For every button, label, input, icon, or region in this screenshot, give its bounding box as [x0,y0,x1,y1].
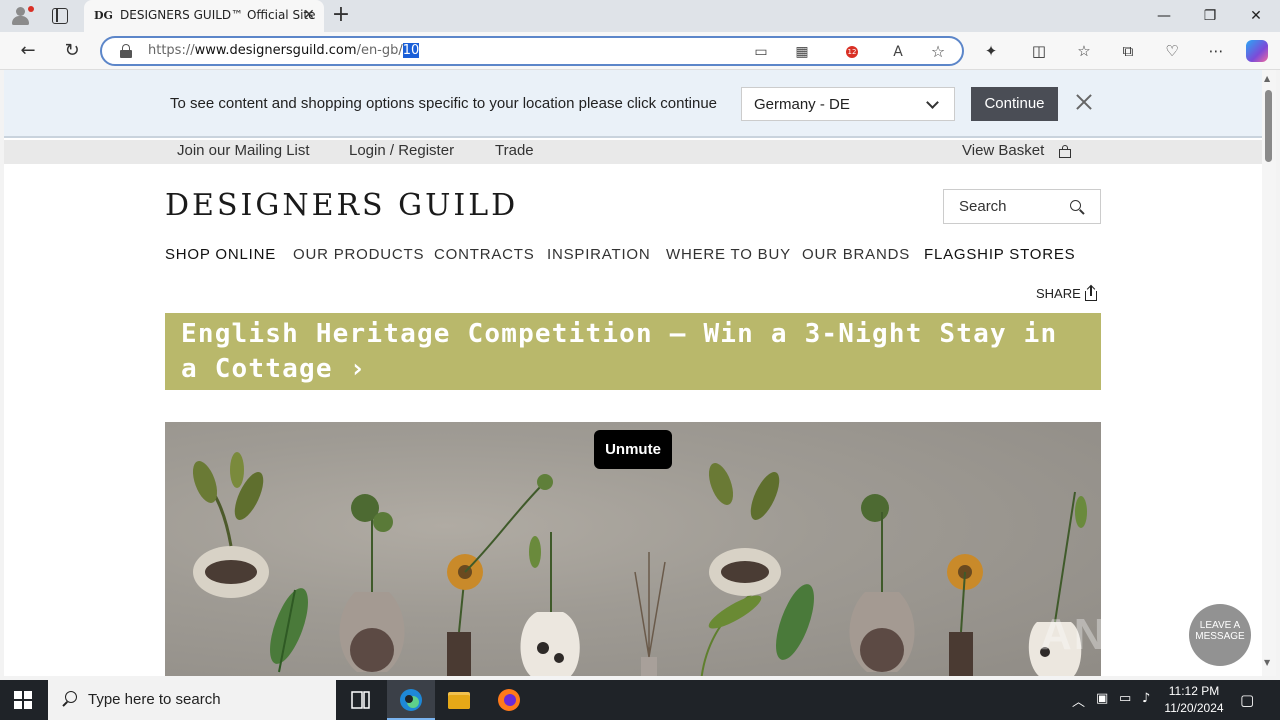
favorite-star-icon[interactable]: ☆ [929,43,947,61]
location-banner: To see content and shopping options spec… [4,70,1262,138]
tab-title: DESIGNERS GUILD™ Official Site [120,8,316,22]
clock-date: 11/20/2024 [1164,701,1224,715]
browser-titlebar: DG DESIGNERS GUILD™ Official Site ✕ + — … [0,0,1280,32]
back-icon[interactable]: ← [17,40,39,62]
profile-icon[interactable] [10,6,34,26]
leave-message-button[interactable]: LEAVE A MESSAGE [1189,604,1251,666]
favorites-icon[interactable]: ☆ [1074,41,1094,61]
notifications-icon[interactable]: ▢ [1240,691,1254,709]
scrollbar-thumb[interactable] [1265,90,1272,162]
tray-device-icon[interactable]: ▣ [1096,691,1108,706]
new-tab-icon[interactable]: + [330,4,352,28]
mailing-list-link[interactable]: Join our Mailing List [177,142,310,159]
nav-where-to-buy[interactable]: WHERE TO BUY [666,246,791,263]
basket-icon[interactable] [1059,145,1071,158]
address-url[interactable]: https://www.designersguild.com/en-gb/10 [148,43,420,58]
unmute-button[interactable]: Unmute [594,430,672,469]
firefox-icon[interactable] [485,680,533,720]
taskbar-search-icon [62,691,78,707]
file-explorer-icon[interactable] [435,680,483,720]
promo-banner[interactable]: English Heritage Competition – Win a 3-N… [165,313,1101,390]
trade-link[interactable]: Trade [495,142,534,159]
country-select-value: Germany - DE [754,96,850,113]
tab-favicon: DG [94,9,113,22]
location-message: To see content and shopping options spec… [170,95,718,112]
split-screen-icon[interactable]: ◫ [1029,41,1049,61]
share-label[interactable]: SHARE [1036,286,1081,301]
share-icon[interactable] [1085,284,1097,301]
continue-button[interactable]: Continue [971,87,1058,121]
search-icon[interactable] [1070,200,1085,215]
nav-shop-online[interactable]: SHOP ONLINE [165,246,276,263]
taskbar-clock[interactable]: 11:12 PM 11/20/2024 [1162,683,1226,717]
qr-code-icon[interactable]: ▦ [793,43,811,61]
site-logo[interactable]: DESIGNERS GUILD [165,188,518,223]
collections-icon[interactable]: ⧉ [1118,41,1138,61]
nav-flagship-stores[interactable]: FLAGSHIP STORES [924,246,1076,263]
nav-contracts[interactable]: CONTRACTS [434,246,535,263]
view-basket-link[interactable]: View Basket [962,142,1044,159]
browser-tab-active[interactable]: DG DESIGNERS GUILD™ Official Site ✕ [84,0,324,32]
read-aloud-icon[interactable]: A [889,43,907,61]
login-register-link[interactable]: Login / Register [349,142,454,159]
minimize-icon[interactable]: — [1154,6,1174,26]
chevron-down-icon [926,96,939,109]
refresh-icon[interactable]: ↻ [61,40,83,62]
hero-video[interactable]: Unmute [165,422,1101,676]
search-input[interactable] [945,191,1055,222]
edge-taskbar-icon[interactable] [387,680,435,720]
taskbar-search-placeholder: Type here to search [88,691,221,708]
utility-bar: Join our Mailing List Login / Register T… [4,140,1262,164]
address-bar[interactable]: https://www.designersguild.com/en-gb/10 … [100,36,964,66]
restore-icon[interactable]: ❐ [1200,6,1220,26]
more-menu-icon[interactable]: ⋯ [1206,41,1226,61]
promo-text: English Heritage Competition – Win a 3-N… [181,319,1058,384]
country-select[interactable]: Germany - DE [741,87,955,121]
site-search [943,189,1101,224]
page-scrollbar[interactable]: ▲ ▼ [1262,70,1276,676]
network-icon[interactable]: ▭ [1119,691,1131,706]
scroll-down-icon[interactable]: ▼ [1264,658,1270,667]
shopping-badge: 12 [846,46,858,58]
task-view-icon[interactable] [336,680,384,720]
close-banner-icon[interactable] [1074,92,1094,112]
leave-message-label: LEAVE A MESSAGE [1195,620,1245,642]
app-available-icon[interactable]: ▭ [752,43,770,61]
volume-icon[interactable]: ♪ [1142,691,1150,706]
windows-taskbar: Type here to search ︿ ▣ ▭ ♪ 11:12 PM 11/… [0,680,1280,720]
taskbar-search[interactable]: Type here to search [48,680,336,720]
window-close-icon[interactable]: ✕ [1246,6,1266,26]
tab-actions-icon[interactable] [52,8,68,24]
windows-start-icon[interactable] [14,691,32,709]
page-viewport: To see content and shopping options spec… [4,70,1262,676]
clock-time: 11:12 PM [1168,684,1220,698]
nav-our-brands[interactable]: OUR BRANDS [802,246,910,263]
copilot-icon[interactable] [1246,40,1268,62]
extensions-icon[interactable]: ✦ [981,41,1001,61]
browser-essentials-icon[interactable]: ♡ [1162,41,1182,61]
nav-inspiration[interactable]: INSPIRATION [547,246,651,263]
scroll-up-icon[interactable]: ▲ [1264,74,1270,83]
tray-chevron-icon[interactable]: ︿ [1072,691,1085,710]
tab-close-icon[interactable]: ✕ [300,6,318,24]
lock-icon[interactable] [120,44,132,58]
nav-our-products[interactable]: OUR PRODUCTS [293,246,424,263]
